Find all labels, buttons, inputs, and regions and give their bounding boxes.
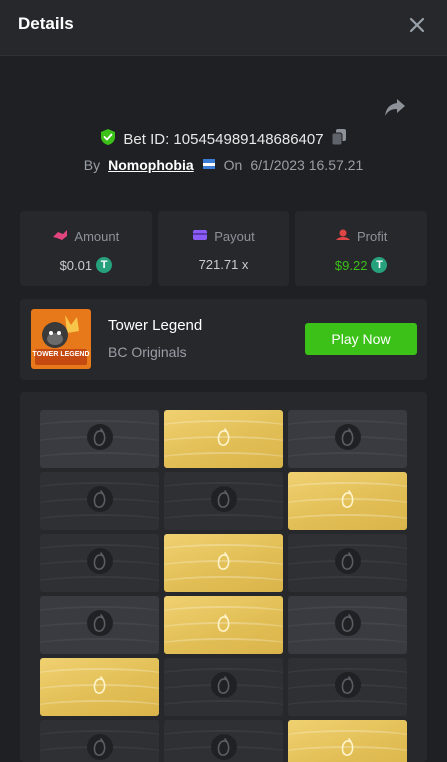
- revealed-tile: [288, 720, 407, 762]
- tether-coin-icon: T: [96, 257, 112, 273]
- game-thumbnail[interactable]: TOWER LEGEND: [31, 309, 91, 369]
- mango-icon: [210, 671, 238, 704]
- close-icon[interactable]: [407, 14, 427, 36]
- mango-icon: [334, 733, 362, 762]
- mango-icon: [334, 547, 362, 580]
- hidden-tile: [40, 720, 159, 762]
- bet-stats: Amount $0.01 T Payout 721.71 x Profit $9…: [20, 211, 427, 286]
- tower-board: [20, 392, 427, 762]
- revealed-tile: [288, 472, 407, 530]
- mango-icon: [86, 671, 114, 704]
- amount-value: $0.01: [60, 258, 93, 273]
- profit-icon: [335, 228, 351, 245]
- mango-icon: [210, 733, 238, 762]
- payout-label: Payout: [214, 229, 254, 244]
- hidden-tile: [288, 658, 407, 716]
- amount-label: Amount: [74, 229, 119, 244]
- hidden-tile: [164, 658, 283, 716]
- stat-amount: Amount $0.01 T: [20, 211, 152, 286]
- mango-icon: [86, 423, 114, 456]
- hidden-tile: [288, 596, 407, 654]
- mango-icon: [334, 423, 362, 456]
- game-name: Tower Legend: [108, 317, 202, 334]
- stat-payout: Payout 721.71 x: [158, 211, 290, 286]
- hidden-tile: [288, 534, 407, 592]
- by-label: By: [84, 157, 100, 173]
- profit-value: $9.22: [335, 258, 368, 273]
- hidden-tile: [288, 410, 407, 468]
- mango-icon: [210, 547, 238, 580]
- mango-icon: [86, 485, 114, 518]
- hidden-tile: [40, 596, 159, 654]
- page-title: Details: [18, 14, 74, 34]
- hidden-tile: [40, 410, 159, 468]
- mango-icon: [334, 609, 362, 642]
- profit-label: Profit: [357, 229, 387, 244]
- revealed-tile: [164, 596, 283, 654]
- mango-icon: [210, 609, 238, 642]
- bet-date: 6/1/2023 16.57.21: [250, 157, 363, 173]
- hidden-tile: [164, 720, 283, 762]
- mango-icon: [334, 485, 362, 518]
- bet-id-row: Bet ID: 105454989148686407: [0, 128, 447, 150]
- hidden-tile: [164, 472, 283, 530]
- tether-coin-icon: T: [371, 257, 387, 273]
- hidden-tile: [40, 472, 159, 530]
- copy-icon[interactable]: [331, 128, 347, 150]
- mango-icon: [86, 609, 114, 642]
- bet-byline: By Nomophobia On 6/1/2023 16.57.21: [0, 155, 447, 175]
- revealed-tile: [40, 658, 159, 716]
- revealed-tile: [164, 410, 283, 468]
- share-icon[interactable]: [383, 96, 407, 118]
- on-label: On: [224, 157, 243, 173]
- mango-icon: [210, 423, 238, 456]
- play-now-button[interactable]: Play Now: [305, 323, 417, 355]
- game-thumb-text: TOWER LEGEND: [31, 351, 91, 359]
- mango-icon: [210, 485, 238, 518]
- payout-value: 721.71 x: [199, 257, 249, 272]
- wallet-icon: [192, 228, 208, 245]
- mango-icon: [86, 733, 114, 762]
- stat-profit: Profit $9.22 T: [295, 211, 427, 286]
- hidden-tile: [40, 534, 159, 592]
- amount-icon: [52, 228, 68, 245]
- header-bar: Details: [0, 0, 447, 56]
- flag-icon: [202, 157, 216, 174]
- mango-icon: [334, 671, 362, 704]
- revealed-tile: [164, 534, 283, 592]
- game-card: TOWER LEGEND Tower Legend BC Originals P…: [20, 299, 427, 380]
- mango-icon: [86, 547, 114, 580]
- bet-id: Bet ID: 105454989148686407: [123, 131, 323, 148]
- username-link[interactable]: Nomophobia: [108, 157, 194, 173]
- game-provider: BC Originals: [108, 344, 187, 360]
- shield-check-icon: [100, 128, 116, 150]
